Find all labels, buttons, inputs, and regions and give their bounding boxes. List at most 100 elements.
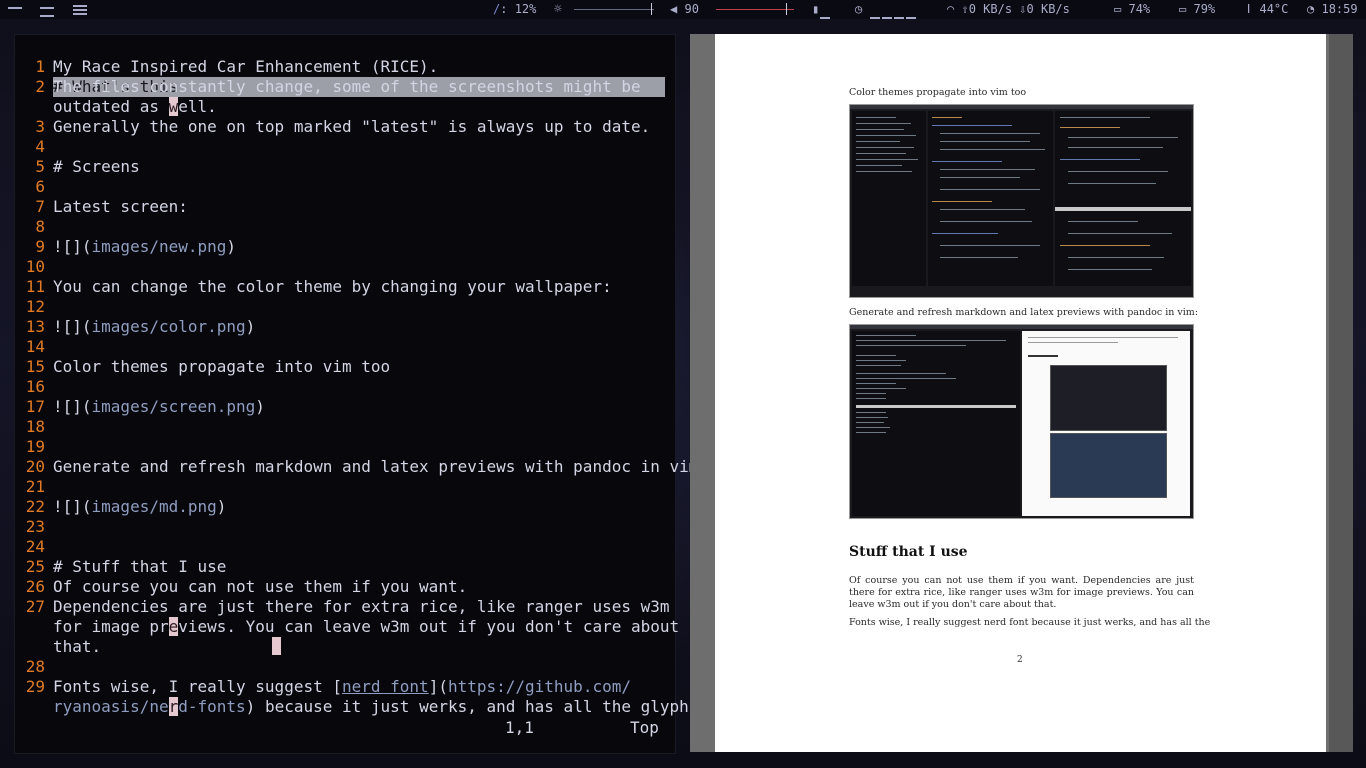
text-segment: ![]( (53, 497, 92, 516)
vim-editor-window[interactable]: 1 # What's this 1 My Race Inspired Car En… (14, 34, 708, 754)
file-tree-pane (852, 111, 926, 286)
paragraph: Of course you can not use them if you wa… (849, 575, 1194, 610)
text-segment: ) (216, 497, 227, 516)
battery-1-value: 74% (1128, 2, 1151, 16)
image-link: images/new.png (91, 237, 227, 256)
brightness-value: 12% (514, 2, 537, 16)
line-number: 20 (25, 457, 45, 476)
brightness-slider-knob[interactable] (651, 3, 652, 15)
line-number: 15 (25, 357, 45, 376)
volume-slider[interactable] (716, 9, 794, 10)
text-segment: views. You can leave w3m out if you don'… (178, 617, 680, 636)
memory-indicator: ▮ (812, 0, 831, 19)
top-status-bar: /: 12% ☼ ◀ 90 ▮ ◷ ◠ ⇧0 KB/s ⇩0 KB/s ▭ 74… (0, 0, 1366, 19)
page-number: 2 (1017, 655, 1023, 665)
image-link: images/md.png (91, 497, 217, 516)
clock-value: 18:59 (1321, 2, 1358, 16)
line-number: 13 (25, 317, 45, 336)
line-number: 17 (25, 397, 45, 416)
editor-line-text: that. (53, 637, 282, 657)
line-number: 9 (35, 237, 45, 256)
speaker-icon: ◀ (670, 2, 678, 16)
line-number: 3 (35, 117, 45, 136)
brightness-slider[interactable] (574, 9, 654, 10)
editor-line-text: Latest screen: (53, 197, 188, 216)
workspace-2-icon[interactable] (40, 3, 54, 17)
memory-icon: ▮ (812, 2, 820, 16)
text-segment: that. (53, 637, 102, 656)
line-number: 5 (35, 157, 45, 176)
screenshot-image-vim (849, 104, 1194, 298)
screenshot-image-markdown (849, 324, 1194, 519)
text-segment: Fonts wise, I really suggest [ (53, 677, 342, 696)
editor-line-text: ryanoasis/nerd-fonts) because it just we… (53, 697, 708, 717)
mini-screenshot (1050, 433, 1167, 498)
image-link: images/screen.png (91, 397, 256, 416)
text-segment: ) (226, 237, 237, 256)
mini-screenshot (1050, 365, 1167, 431)
paragraph: Fonts wise, I really suggest nerd font b… (849, 617, 1211, 628)
workspace-menu-icon[interactable] (73, 3, 87, 15)
volume-indicator: ◀ 90 (670, 0, 699, 19)
battery-icon: ▭ (1179, 2, 1187, 16)
download-icon: ⇩ (1019, 2, 1027, 16)
pdf-scrollbar[interactable] (1329, 34, 1353, 752)
sun-icon: ☼ (554, 2, 562, 17)
editor-line-text: outdated as well. (53, 97, 217, 117)
image-link: images/color.png (91, 317, 246, 336)
line-number: 12 (25, 297, 45, 316)
volume-slider-knob[interactable] (786, 3, 787, 15)
thermometer-icon: ǀ (1245, 2, 1253, 16)
url-link: https://github.com/ (447, 677, 631, 696)
editor-line-text: # Stuff that I use (53, 557, 227, 576)
line-number: 25 (25, 557, 45, 576)
workspace-1-icon[interactable] (8, 3, 22, 13)
line-number: 24 (25, 537, 45, 556)
cpu-indicator: ◷ (855, 0, 917, 19)
editor-line-text: ![](images/color.png) (53, 317, 255, 337)
line-number: 1 (35, 57, 45, 76)
link-text: nerd font (341, 677, 429, 696)
figure-caption: Color themes propagate into vim too (849, 87, 1027, 98)
line-number: 2 (35, 77, 45, 96)
editor-line: 1 # What's this (15, 37, 665, 97)
line-number: 18 (25, 417, 45, 436)
clock-indicator: ◔ 18:59 (1307, 0, 1358, 19)
line-number: 14 (25, 337, 45, 356)
line-number: 8 (35, 217, 45, 236)
editor-line-text: You can change the color theme by changi… (53, 277, 612, 296)
text-segment: ) because it just werks, and has all the… (245, 697, 709, 716)
line-number: 6 (35, 177, 45, 196)
text-segment: ) (245, 317, 256, 336)
battery-2-value: 79% (1193, 2, 1216, 16)
line-number: 21 (25, 477, 45, 496)
text-cursor (272, 637, 282, 655)
line-number: 27 (25, 597, 45, 616)
line-number: 23 (25, 517, 45, 536)
temperature-indicator: ǀ 44°C (1245, 0, 1288, 19)
text-segment: ![]( (53, 397, 92, 416)
url-link: ryanoasis/ne (53, 697, 169, 716)
battery-icon: ▭ (1114, 2, 1122, 16)
editor-line-text: # Screens (53, 157, 140, 176)
text-segment: ell. (178, 97, 217, 116)
text-segment: for image pr (53, 617, 169, 636)
line-number: 10 (25, 257, 45, 276)
line-number: 16 (25, 377, 45, 396)
editor-line-text: ![](images/md.png) (53, 497, 226, 517)
editor-line-text: My Race Inspired Car Enhancement (RICE). (53, 57, 439, 76)
figure-caption: Generate and refresh markdown and latex … (849, 307, 1199, 318)
line-number: 4 (35, 137, 45, 156)
scroll-position: Top (630, 718, 659, 737)
wifi-icon: ◠ (947, 2, 955, 16)
network-indicator: ◠ ⇧0 KB/s ⇩0 KB/s (947, 0, 1070, 19)
temperature-value: 44°C (1259, 2, 1289, 16)
vim-pane (852, 331, 1020, 516)
cursor-position: 1,1 (505, 718, 534, 737)
pdf-preview-window[interactable]: Color themes propagate into vim too Gene… (690, 34, 1353, 752)
line-number: 11 (25, 277, 45, 296)
brightness-icon: / (493, 2, 501, 16)
editor-line-text: ![](images/new.png) (53, 237, 236, 257)
download-rate: 0 KB/s (1026, 2, 1070, 16)
pdf-page: Color themes propagate into vim too Gene… (715, 34, 1326, 752)
